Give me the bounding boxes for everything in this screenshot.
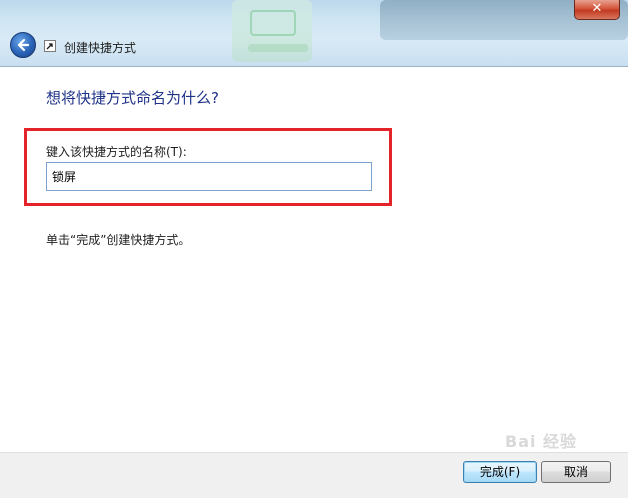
close-icon: ✕ (591, 1, 603, 16)
watermark: Bai 经验 (505, 432, 578, 451)
finish-button[interactable]: 完成(F) (463, 461, 537, 483)
title-bar: ✕ 创建快捷方式 (0, 0, 628, 66)
create-shortcut-dialog: ✕ 创建快捷方式 想将快捷方式命名为什么? 键入该快捷方式的名称(T): 单击“… (0, 0, 628, 498)
back-arrow-icon (17, 38, 30, 52)
name-field-label: 键入该快捷方式的名称(T): (46, 145, 187, 159)
shortcut-name-input[interactable] (46, 162, 372, 191)
cancel-button[interactable]: 取消 (541, 461, 611, 483)
background-glass (250, 10, 296, 36)
window-title: 创建快捷方式 (64, 41, 137, 55)
wizard-content: 想将快捷方式命名为什么? 键入该快捷方式的名称(T): 单击“完成”创建快捷方式… (0, 66, 628, 452)
finish-instruction: 单击“完成”创建快捷方式。 (46, 233, 191, 247)
shortcut-icon (44, 40, 56, 52)
button-bar: 完成(F) 取消 (0, 452, 628, 498)
back-button[interactable] (10, 32, 36, 58)
close-button[interactable]: ✕ (574, 0, 620, 20)
page-heading: 想将快捷方式命名为什么? (46, 89, 219, 107)
background-glass (248, 44, 308, 52)
